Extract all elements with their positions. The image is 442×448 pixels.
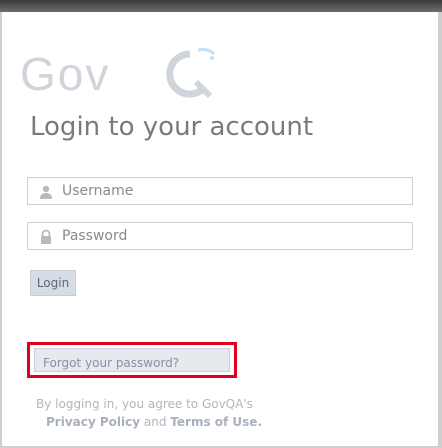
- privacy-policy-link[interactable]: Privacy Policy: [46, 415, 140, 429]
- username-input[interactable]: [62, 178, 402, 204]
- legal-prefix: By logging in, you agree to GovQA's: [36, 397, 253, 411]
- login-button[interactable]: Login: [30, 270, 76, 296]
- legal-links-line: Privacy Policy and Terms of Use.: [36, 413, 416, 431]
- forgot-password-link[interactable]: Forgot your password?: [43, 356, 179, 370]
- govqa-logo: Gov: [20, 44, 250, 104]
- terms-of-use-link[interactable]: Terms of Use.: [170, 415, 262, 429]
- logo-q-mark-icon: [166, 48, 216, 99]
- user-icon: [40, 185, 52, 199]
- username-field[interactable]: [27, 177, 413, 205]
- lock-icon: [41, 229, 51, 244]
- legal-and-text: and: [143, 415, 167, 429]
- logo-text: Gov: [20, 48, 111, 100]
- login-card: Gov Login to your account Login Forgot y…: [2, 12, 438, 446]
- legal-notice: By logging in, you agree to GovQA's Priv…: [36, 395, 416, 431]
- window-top-bar: [0, 0, 442, 12]
- forgot-password-box[interactable]: Forgot your password?: [34, 348, 230, 372]
- page-title: Login to your account: [30, 112, 314, 142]
- password-input[interactable]: [62, 223, 402, 249]
- password-field[interactable]: [27, 222, 413, 250]
- forgot-password-highlight: Forgot your password?: [27, 342, 237, 378]
